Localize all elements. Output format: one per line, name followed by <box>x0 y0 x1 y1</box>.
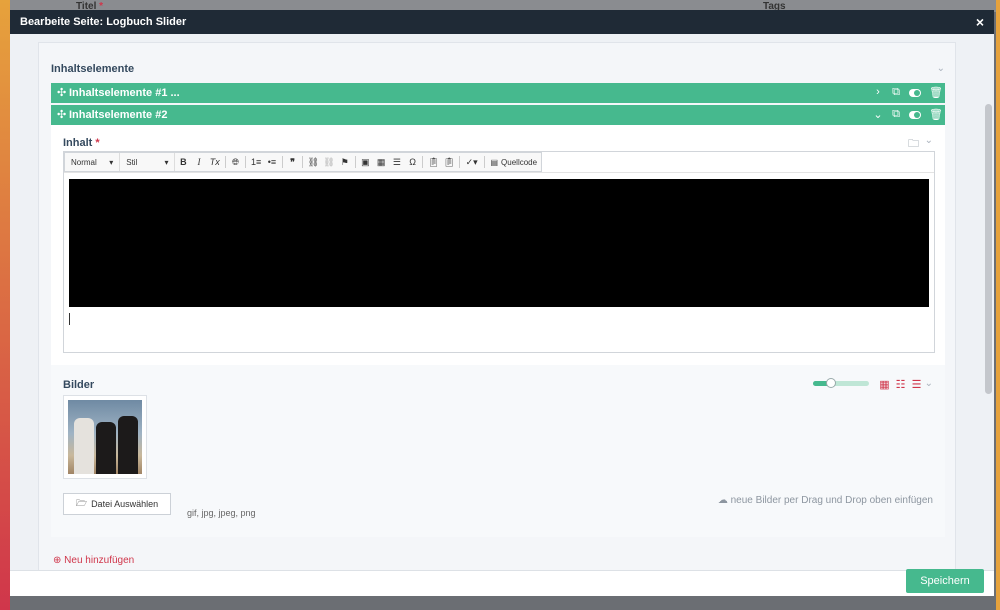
trash-icon[interactable]: 🗑 <box>929 86 943 99</box>
horizontal-line-icon[interactable]: ☰ <box>389 153 405 171</box>
edit-page-modal: Bearbeite Seite: Logbuch Slider × Inhalt… <box>10 10 994 596</box>
toolbar-divider <box>458 156 460 168</box>
content-element-label[interactable]: Inhaltselemente #2 <box>69 109 167 121</box>
trash-icon[interactable]: 🗑 <box>929 108 943 121</box>
bulleted-list-button[interactable]: •≡ <box>264 153 280 171</box>
numbered-list-button[interactable]: 1≡ <box>248 153 264 171</box>
embedded-media-block <box>69 179 929 307</box>
format-select[interactable]: Normal ▾ <box>65 153 121 171</box>
move-icon[interactable]: ✣ <box>57 108 66 121</box>
source-icon: ▤ <box>490 157 499 167</box>
link-icon[interactable]: ⛓ <box>305 153 321 171</box>
move-icon[interactable]: ✣ <box>57 86 66 99</box>
content-element-label[interactable]: Inhaltselemente #1 ... <box>69 87 180 99</box>
bold-button[interactable]: B <box>175 153 191 171</box>
italic-button[interactable]: I <box>191 153 207 171</box>
toolbar-divider <box>422 156 424 168</box>
slider-thumb[interactable] <box>826 378 837 388</box>
drag-drop-hint: ☁ neue Bilder per Drag und Drop oben ein… <box>717 495 933 506</box>
list-detail-view-icon[interactable]: ☷ <box>895 378 906 391</box>
globe-icon[interactable]: 🌐︎ <box>228 153 244 171</box>
thumbnail-size-slider[interactable] <box>813 378 869 388</box>
photo-figure <box>118 416 138 474</box>
content-element-bar-2[interactable]: ✣ Inhaltselemente #2 ⌄ ⧉ 🗑 <box>51 105 945 125</box>
chevron-down-icon[interactable]: ⌄ <box>925 135 933 146</box>
view-mode-toolbar: ▦ ☷ ☰ <box>879 378 922 391</box>
toolbar-divider <box>281 156 283 168</box>
allowed-file-types: gif, jpg, jpeg, png <box>187 508 256 518</box>
modal-body: Inhaltselemente ⌄ ✣ Inhaltselemente #1 .… <box>10 34 994 570</box>
chevron-down-icon[interactable]: ⌄ <box>925 378 933 389</box>
paste-text-icon[interactable]: 📋︎ <box>425 153 441 171</box>
copy-icon[interactable]: ⧉ <box>891 108 901 121</box>
modal-footer: Speichern <box>10 569 994 596</box>
chevron-down-icon[interactable]: ⌄ <box>873 108 883 121</box>
inhalt-section: Inhalt * 🗀 ⌄ Normal ▾ Stil ▾ B I Tx 🌐︎ 1… <box>51 125 945 365</box>
image-photo <box>68 400 142 474</box>
anchor-flag-icon[interactable]: ⚑ <box>337 153 353 171</box>
toolbar-divider <box>302 156 304 168</box>
toolbar-divider <box>483 156 485 168</box>
toolbar-divider <box>224 156 226 168</box>
unlink-icon[interactable]: ⛓ <box>321 153 337 171</box>
toolbar-divider <box>245 156 247 168</box>
inhalt-label: Inhalt * <box>63 137 100 149</box>
editor-content-area[interactable] <box>64 172 934 352</box>
visibility-toggle-icon[interactable] <box>909 111 921 119</box>
modal-header: Bearbeite Seite: Logbuch Slider × <box>10 10 994 34</box>
backdrop-edge-left <box>0 0 10 610</box>
photo-figure <box>96 422 116 474</box>
cloud-upload-icon: ☁ <box>717 495 728 506</box>
editor-toolbar: Normal ▾ Stil ▾ B I Tx 🌐︎ 1≡ •≡ ❞ ⛓ ⛓ ⚑ … <box>64 152 542 172</box>
grid-view-icon[interactable]: ▦ <box>879 378 890 391</box>
list-view-icon[interactable]: ☰ <box>911 378 922 391</box>
visibility-toggle-icon[interactable] <box>909 89 921 97</box>
text-caret <box>69 313 70 325</box>
remove-format-button[interactable]: Tx <box>207 153 223 171</box>
chevron-down-icon[interactable]: ⌄ <box>937 63 945 74</box>
save-button[interactable]: Speichern <box>906 569 984 593</box>
modal-scrollbar[interactable] <box>985 104 992 394</box>
style-select[interactable]: Stil ▾ <box>120 153 176 171</box>
content-elements-title: Inhaltselemente <box>51 63 135 75</box>
plus-circle-icon: ⊕ <box>53 555 62 566</box>
content-element-bar-1[interactable]: ✣ Inhaltselemente #1 ... › ⧉ 🗑 <box>51 83 945 103</box>
blockquote-button[interactable]: ❞ <box>285 153 301 171</box>
content-elements-panel: Inhaltselemente ⌄ ✣ Inhaltselemente #1 .… <box>38 42 956 570</box>
choose-file-label: Datei Auswählen <box>91 499 159 509</box>
special-character-icon[interactable]: Ω <box>405 153 421 171</box>
chevron-right-icon[interactable]: › <box>873 86 883 99</box>
image-icon[interactable]: ▣ <box>358 153 374 171</box>
folder-open-icon: 🗁 <box>75 498 88 508</box>
copy-icon[interactable]: ⧉ <box>891 86 901 99</box>
spellcheck-icon[interactable]: ✓▾ <box>462 153 482 171</box>
add-new-link[interactable]: ⊕ Neu hinzufügen <box>53 555 134 566</box>
image-thumbnail[interactable] <box>63 395 147 479</box>
rich-text-editor[interactable]: Normal ▾ Stil ▾ B I Tx 🌐︎ 1≡ •≡ ❞ ⛓ ⛓ ⚑ … <box>63 151 935 353</box>
source-code-button[interactable]: ▤ Quellcode <box>486 158 541 167</box>
table-icon[interactable]: ▦ <box>373 153 389 171</box>
bilder-label: Bilder <box>63 379 95 391</box>
paste-word-icon[interactable]: 📋︎ <box>441 153 457 171</box>
toolbar-divider <box>354 156 356 168</box>
content-element-body: Inhalt * 🗀 ⌄ Normal ▾ Stil ▾ B I Tx 🌐︎ 1… <box>51 125 945 537</box>
close-icon[interactable]: × <box>976 14 984 30</box>
modal-title: Bearbeite Seite: Logbuch Slider <box>20 16 187 28</box>
photo-figure <box>74 418 94 474</box>
choose-file-button[interactable]: 🗁 Datei Auswählen <box>63 493 171 515</box>
backdrop-edge-right <box>996 0 1000 610</box>
